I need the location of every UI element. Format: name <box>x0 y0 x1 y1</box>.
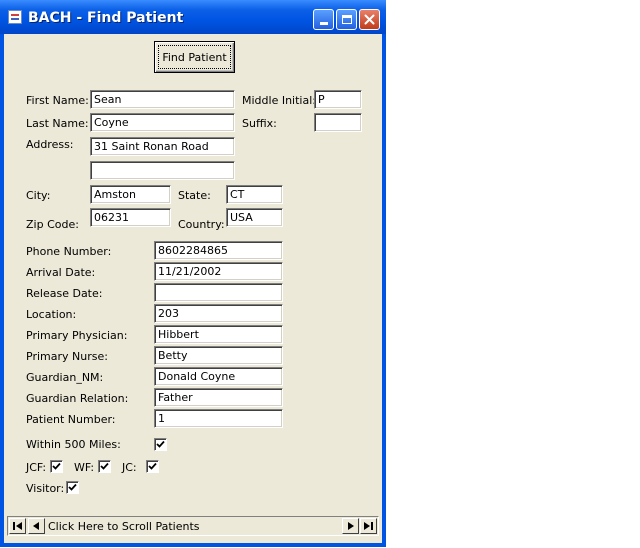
state-label: State: <box>178 189 211 202</box>
minimize-button[interactable] <box>313 9 334 30</box>
location-field[interactable]: 203 <box>154 304 283 323</box>
window-title: BACH - Find Patient <box>28 10 184 26</box>
guardian-relation-field[interactable]: Father <box>154 388 283 407</box>
guardian-nm-field[interactable]: Donald Coyne <box>154 367 283 386</box>
visitor-checkbox[interactable] <box>66 481 79 494</box>
location-label: Location: <box>26 308 77 321</box>
next-record-button[interactable] <box>342 518 359 534</box>
address-label: Address: <box>26 138 74 151</box>
city-label: City: <box>26 189 51 202</box>
close-icon <box>364 14 375 25</box>
middle-initial-label: Middle Initial: <box>242 94 316 107</box>
primary-physician-field[interactable]: Hibbert <box>154 325 283 344</box>
close-button[interactable] <box>359 9 380 30</box>
wf-checkbox[interactable] <box>98 460 111 473</box>
maximize-button[interactable] <box>336 9 357 30</box>
first-record-button[interactable] <box>9 518 26 534</box>
last-record-button[interactable] <box>360 518 377 534</box>
phone-number-label: Phone Number: <box>26 245 112 258</box>
wf-label: WF: <box>74 461 95 474</box>
title-bar[interactable]: BACH - Find Patient <box>0 0 386 34</box>
guardian-relation-label: Guardian Relation: <box>26 392 129 405</box>
within-500-miles-checkbox[interactable] <box>154 438 167 451</box>
jcf-checkbox[interactable] <box>50 460 63 473</box>
city-field[interactable]: Amston <box>90 185 171 204</box>
find-patient-window: BACH - Find Patient Find Patient First N… <box>0 0 386 547</box>
first-name-label: First Name: <box>26 94 89 107</box>
primary-physician-label: Primary Physician: <box>26 329 128 342</box>
checkmark-icon <box>100 462 109 470</box>
last-record-icon <box>364 522 373 530</box>
within-500-miles-label: Within 500 Miles: <box>26 438 121 451</box>
phone-number-field[interactable]: 8602284865 <box>154 241 283 260</box>
patient-number-label: Patient Number: <box>26 413 116 426</box>
country-field[interactable]: USA <box>226 208 283 227</box>
maximize-icon <box>341 15 352 24</box>
minimize-icon <box>319 22 328 25</box>
jc-label: JC: <box>122 461 137 474</box>
checkmark-icon <box>68 483 77 491</box>
suffix-label: Suffix: <box>242 117 277 130</box>
address-line2-field[interactable] <box>90 161 235 180</box>
guardian-nm-label: Guardian_NM: <box>26 371 104 384</box>
checkmark-icon <box>156 440 165 448</box>
address-line1-field[interactable]: 31 Saint Ronan Road <box>90 137 235 156</box>
record-navigator: Click Here to Scroll Patients <box>7 516 379 536</box>
middle-initial-field[interactable]: P <box>314 90 362 109</box>
navigator-caption[interactable]: Click Here to Scroll Patients <box>48 520 200 533</box>
primary-nurse-label: Primary Nurse: <box>26 350 108 363</box>
focus-ring <box>158 45 231 69</box>
window-border-right <box>382 34 386 547</box>
jc-checkbox[interactable] <box>146 460 159 473</box>
checkmark-icon <box>52 462 61 470</box>
next-record-icon <box>348 522 354 530</box>
zip-code-label: Zip Code: <box>26 218 79 231</box>
form-body: Find Patient First Name: Sean Middle Ini… <box>4 34 382 543</box>
find-patient-button[interactable]: Find Patient <box>154 41 235 73</box>
app-window-icon <box>8 10 22 24</box>
previous-record-button[interactable] <box>28 518 45 534</box>
jcf-label: JCF: <box>26 461 47 474</box>
previous-record-icon <box>33 522 39 530</box>
arrival-date-label: Arrival Date: <box>26 266 96 279</box>
first-record-icon <box>13 522 22 530</box>
primary-nurse-field[interactable]: Betty <box>154 346 283 365</box>
last-name-label: Last Name: <box>26 117 89 130</box>
release-date-label: Release Date: <box>26 287 103 300</box>
country-label: Country: <box>178 218 225 231</box>
release-date-field[interactable] <box>154 283 283 302</box>
state-field[interactable]: CT <box>226 185 283 204</box>
checkmark-icon <box>148 462 157 470</box>
visitor-label: Visitor: <box>26 482 65 495</box>
zip-code-field[interactable]: 06231 <box>90 208 171 227</box>
last-name-field[interactable]: Coyne <box>90 113 235 132</box>
window-border-bottom <box>0 543 386 547</box>
arrival-date-field[interactable]: 11/21/2002 <box>154 262 283 281</box>
patient-number-field[interactable]: 1 <box>154 409 283 428</box>
first-name-field[interactable]: Sean <box>90 90 235 109</box>
suffix-field[interactable] <box>314 113 362 132</box>
